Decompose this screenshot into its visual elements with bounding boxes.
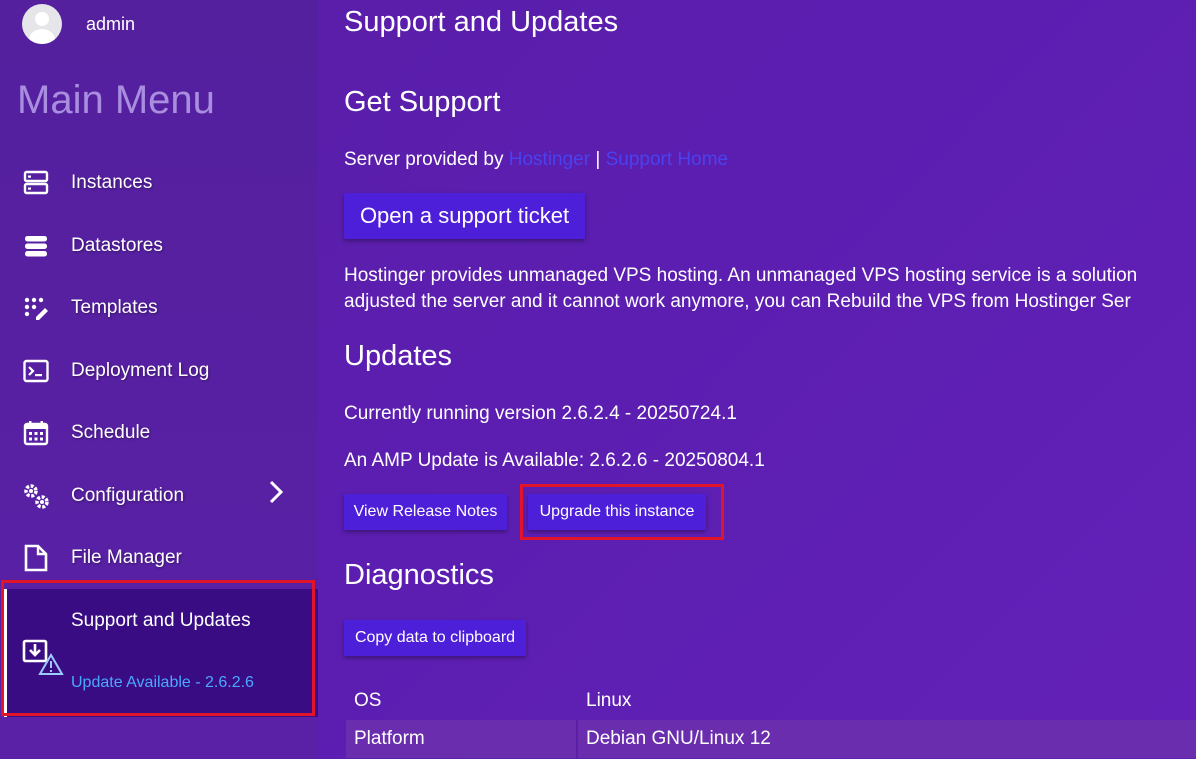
upgrade-highlight-box <box>520 484 724 540</box>
table-key: Platform <box>354 728 425 749</box>
table-key: OS <box>354 690 382 711</box>
description-line: adjusted the server and it cannot work a… <box>344 291 1131 312</box>
sidebar-item-label: File Manager <box>71 547 182 568</box>
view-release-notes-button[interactable]: View Release Notes <box>344 494 507 530</box>
server-icon <box>22 169 50 197</box>
provider-line: Server provided by Hostinger | Support H… <box>344 149 728 171</box>
update-available-line: An AMP Update is Available: 2.6.2.6 - 20… <box>344 450 765 471</box>
open-ticket-button[interactable]: Open a support ticket <box>344 193 585 239</box>
table-row: Platform Debian GNU/Linux 12 <box>346 720 1196 758</box>
table-value: Debian GNU/Linux 12 <box>586 728 771 749</box>
sidebar-item-schedule[interactable]: Schedule <box>0 408 318 458</box>
user-profile[interactable]: admin <box>22 4 135 44</box>
sidebar-item-file-manager[interactable]: File Manager <box>0 533 318 583</box>
column-divider <box>576 720 578 758</box>
username: admin <box>86 13 136 34</box>
gears-icon <box>22 482 50 510</box>
templates-icon <box>22 294 50 322</box>
sidebar-item-label: Datastores <box>71 235 163 256</box>
separator: | <box>595 149 601 170</box>
highlight-box <box>1 580 315 716</box>
diagnostics-heading: Diagnostics <box>344 559 494 591</box>
page-title: Support and Updates <box>344 6 619 38</box>
sidebar: admin Main Menu Instances Datastores Tem… <box>0 0 318 759</box>
updates-heading: Updates <box>344 340 453 372</box>
sidebar-item-label: Configuration <box>71 485 185 506</box>
table-row: OS Linux <box>346 682 1196 720</box>
file-icon <box>22 544 50 572</box>
sidebar-item-label: Templates <box>71 297 158 318</box>
sidebar-item-label: Deployment Log <box>71 360 210 381</box>
provider-prefix: Server provided by <box>344 149 504 170</box>
sidebar-item-label: Schedule <box>71 422 151 443</box>
copy-clipboard-button[interactable]: Copy data to clipboard <box>344 620 526 656</box>
sidebar-item-label: Instances <box>71 172 153 193</box>
support-description: Hostinger provides unmanaged VPS hosting… <box>344 263 1137 315</box>
database-icon <box>22 232 50 260</box>
description-line: Hostinger provides unmanaged VPS hosting… <box>344 265 1138 286</box>
sidebar-item-datastores[interactable]: Datastores <box>0 221 318 271</box>
sidebar-item-configuration[interactable]: Configuration <box>0 471 318 521</box>
terminal-icon <box>22 357 50 385</box>
get-support-heading: Get Support <box>344 86 501 118</box>
diagnostics-table: OS Linux Platform Debian GNU/Linux 12 <box>346 682 1196 758</box>
current-version-text: Currently running version 2.6.2.4 - 2025… <box>344 403 737 424</box>
menu-title: Main Menu <box>17 78 215 122</box>
sidebar-item-instances[interactable]: Instances <box>0 158 318 208</box>
calendar-icon <box>22 419 50 447</box>
hostinger-link[interactable]: Hostinger <box>509 149 590 170</box>
sidebar-item-deployment-log[interactable]: Deployment Log <box>0 346 318 396</box>
support-home-link[interactable]: Support Home <box>606 149 729 170</box>
chevron-right-icon[interactable] <box>268 479 284 512</box>
sidebar-item-templates[interactable]: Templates <box>0 283 318 333</box>
avatar <box>22 4 62 44</box>
table-value: Linux <box>586 690 632 711</box>
